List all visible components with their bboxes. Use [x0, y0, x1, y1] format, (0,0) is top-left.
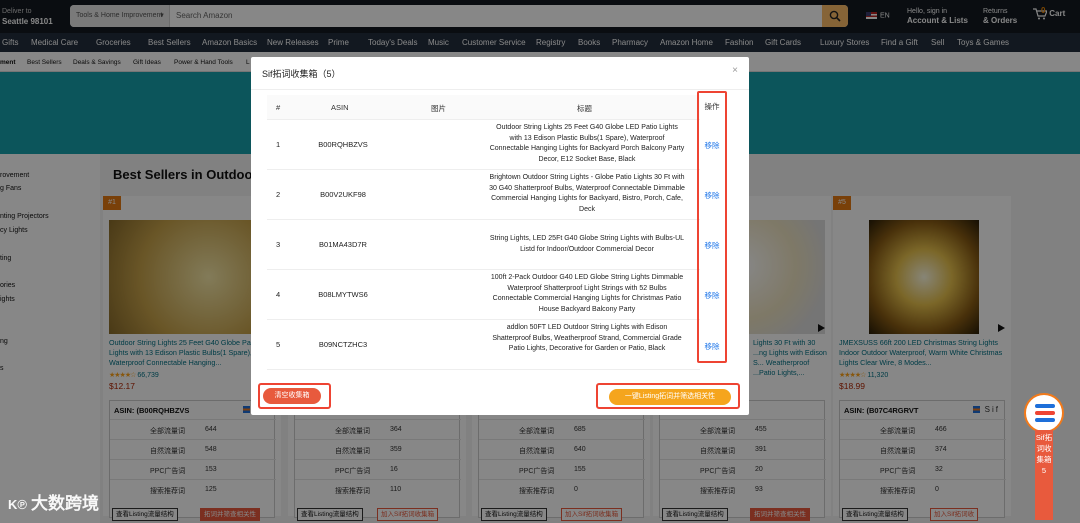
close-icon[interactable]: ×: [732, 65, 738, 76]
modal-title: Sif拓词收集箱（5）: [262, 69, 341, 79]
row-title: Brightown Outdoor String Lights - Globe …: [489, 174, 685, 213]
row-asin: B09NCTZHC3: [318, 340, 368, 349]
row-index: 5: [276, 340, 281, 349]
header-operation: 操作: [704, 102, 720, 111]
remove-link[interactable]: 移除: [697, 190, 727, 201]
table-row: 4 B08LMYTWS6 100ft 2-Pack Outdoor G40 LE…: [267, 270, 700, 320]
row-index: 2: [276, 190, 281, 199]
header-title: 标题: [577, 104, 592, 113]
modal-divider: [251, 89, 749, 90]
row-title: Outdoor String Lights 25 Feet G40 Globe …: [489, 124, 685, 163]
table-row: 3 B01MA43D7R String Lights, LED 25Ft G40…: [267, 220, 700, 270]
table-row: 1 B00RQHBZVS Outdoor String Lights 25 Fe…: [267, 120, 700, 170]
remove-link[interactable]: 移除: [697, 140, 727, 151]
row-asin: B00V2UKF98: [320, 190, 366, 199]
header-index: #: [276, 103, 281, 112]
row-asin: B08LMYTWS6: [318, 290, 368, 299]
sif-logo-icon: [1035, 404, 1055, 408]
remove-link[interactable]: 移除: [697, 290, 727, 301]
row-title: addlon 50FT LED Outdoor String Lights wi…: [492, 324, 682, 352]
watermark: K℗ 大数跨境: [8, 489, 99, 514]
sif-logo-bar: [1035, 411, 1055, 415]
row-title: 100ft 2-Pack Outdoor G40 LED Globe Strin…: [490, 274, 684, 313]
row-index: 1: [276, 140, 281, 149]
sif-logo-bar: [1035, 418, 1055, 422]
header-image: 图片: [431, 104, 446, 113]
row-asin: B01MA43D7R: [319, 240, 367, 249]
watermark-text: 大数跨境: [30, 494, 99, 513]
row-asin: B00RQHBZVS: [318, 140, 368, 149]
operation-column-highlight: [697, 91, 727, 363]
table-header: # ASIN 图片 标题: [267, 95, 700, 120]
remove-link[interactable]: 移除: [697, 341, 727, 352]
row-title: String Lights, LED 25Ft G40 Globe String…: [489, 235, 685, 253]
row-index: 4: [276, 290, 281, 299]
watermark-logo-icon: K℗: [8, 497, 27, 512]
sif-collection-modal: Sif拓词收集箱（5） × # ASIN 图片 标题 1 B00RQHBZVS …: [251, 57, 749, 415]
sif-floating-button[interactable]: [1024, 393, 1064, 433]
table-row: 5 B09NCTZHC3 addlon 50FT LED Outdoor Str…: [267, 320, 700, 370]
remove-link[interactable]: 移除: [697, 240, 727, 251]
table-row: 2 B00V2UKF98 Brightown Outdoor String Li…: [267, 170, 700, 220]
clear-collection-button[interactable]: 清空收集箱: [263, 388, 321, 404]
onekey-expand-button[interactable]: 一键Listing拓词并筛选相关性: [609, 389, 731, 405]
sif-collection-tab[interactable]: Sif拓词收集箱5: [1035, 430, 1053, 520]
header-asin: ASIN: [331, 103, 349, 112]
row-index: 3: [276, 240, 281, 249]
